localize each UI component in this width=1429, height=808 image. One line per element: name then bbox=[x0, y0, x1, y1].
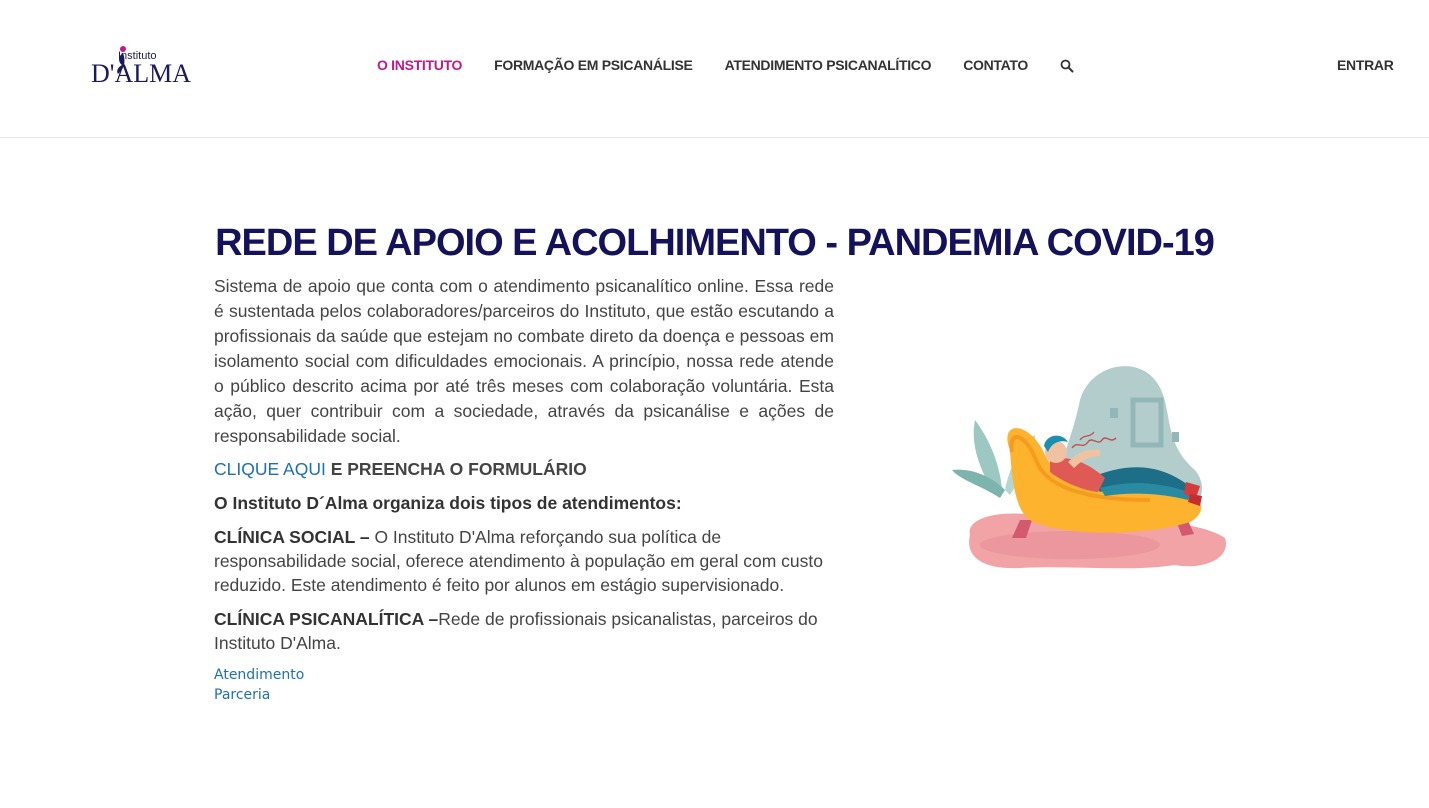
services-subheading: O Instituto D´Alma organiza dois tipos d… bbox=[214, 493, 682, 513]
intro-paragraph: Sistema de apoio que conta com o atendim… bbox=[214, 276, 834, 446]
search-icon[interactable] bbox=[1060, 59, 1074, 73]
psychoanalytic-clinic-title: CLÍNICA PSICANALÍTICA – bbox=[214, 609, 439, 629]
post-tags: Atendimento Parceria bbox=[214, 665, 834, 705]
site-logo[interactable]: Instituto D'ALMA bbox=[91, 44, 201, 92]
social-clinic-item: CLÍNICA SOCIAL – O Instituto D'Alma refo… bbox=[214, 525, 834, 597]
nav-item-o-instituto[interactable]: O INSTITUTO bbox=[377, 57, 462, 73]
nav-item-atendimento[interactable]: ATENDIMENTO PSICANALÍTICO bbox=[725, 57, 932, 73]
tag-link[interactable]: Parceria bbox=[214, 685, 834, 705]
logo-big-text: D'ALMA bbox=[91, 59, 192, 88]
form-cta: CLIQUE AQUI E PREENCHA O FORMULÁRIO bbox=[214, 457, 834, 482]
site-header: Instituto D'ALMA O INSTITUTO FORMAÇÃO EM… bbox=[0, 0, 1429, 138]
social-clinic-title: CLÍNICA SOCIAL – bbox=[214, 527, 370, 547]
psychoanalytic-clinic-item: CLÍNICA PSICANALÍTICA –Rede de profissio… bbox=[214, 607, 834, 655]
main-content: Sistema de apoio que conta com o atendim… bbox=[214, 274, 834, 705]
couch-illustration bbox=[952, 366, 1226, 569]
page-title: REDE DE APOIO E ACOLHIMENTO - PANDEMIA C… bbox=[215, 222, 1215, 265]
tag-link[interactable]: Atendimento bbox=[214, 665, 834, 685]
nav-item-contato[interactable]: CONTATO bbox=[963, 57, 1028, 73]
click-here-link[interactable]: CLIQUE AQUI bbox=[214, 459, 326, 479]
nav-item-formacao[interactable]: FORMAÇÃO EM PSICANÁLISE bbox=[494, 57, 693, 73]
main-nav: O INSTITUTO FORMAÇÃO EM PSICANÁLISE ATEN… bbox=[377, 57, 1074, 73]
login-link[interactable]: ENTRAR bbox=[1337, 57, 1394, 73]
cta-text: E PREENCHA O FORMULÁRIO bbox=[325, 459, 587, 479]
